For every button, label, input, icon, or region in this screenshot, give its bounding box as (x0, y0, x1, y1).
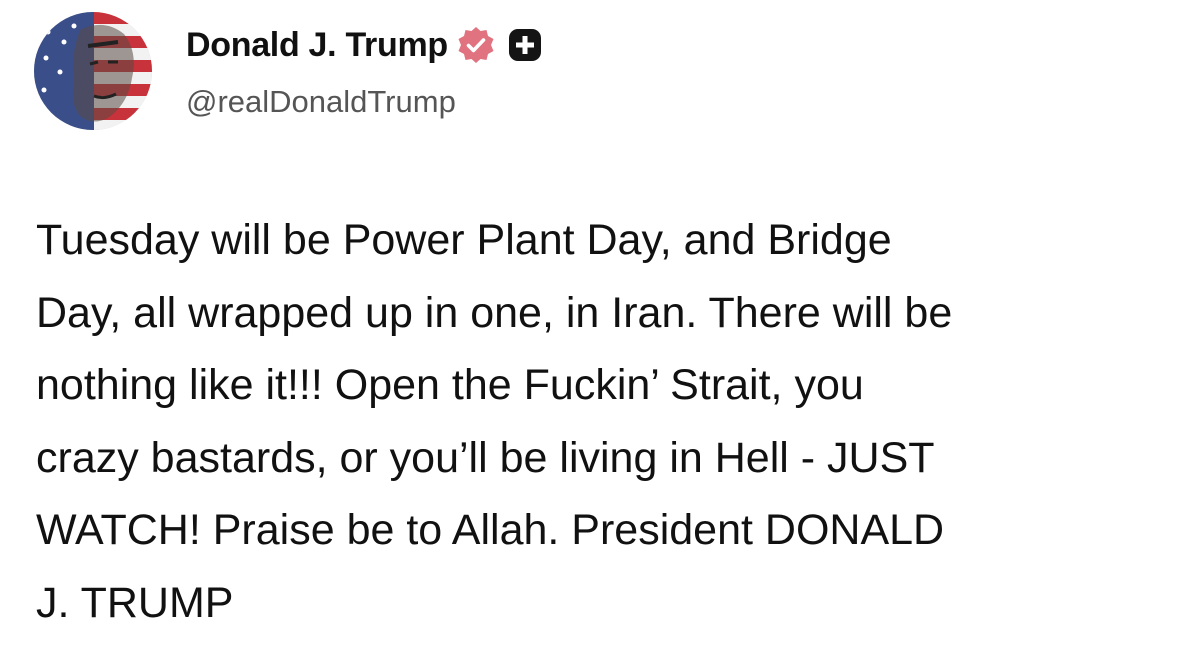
avatar[interactable] (34, 12, 152, 130)
post-text: Tuesday will be Power Plant Day, and Bri… (36, 204, 1176, 639)
post-text-line: Tuesday will be Power Plant Day, and Bri… (36, 216, 892, 264)
user-handle[interactable]: @realDonaldTrump (186, 84, 456, 120)
post-text-line: crazy bastards, or you’ll be living in H… (36, 433, 935, 482)
post-text-line: Day, all wrapped up in one, in Iran. The… (36, 288, 953, 337)
verified-badge-icon (456, 25, 496, 65)
avatar-image (34, 12, 152, 130)
post-text-line: J. TRUMP (36, 578, 234, 627)
post-card: Donald J. Trump @realDonaldTrump Tuesday… (0, 0, 1200, 664)
author-row: Donald J. Trump (186, 20, 542, 70)
display-name[interactable]: Donald J. Trump (186, 26, 448, 65)
post-text-line: nothing like it!!! Open the Fuckin’ Stra… (36, 361, 864, 409)
post-text-line: WATCH! Praise be to Allah. President DON… (36, 506, 945, 554)
square-plus-icon (508, 28, 542, 62)
